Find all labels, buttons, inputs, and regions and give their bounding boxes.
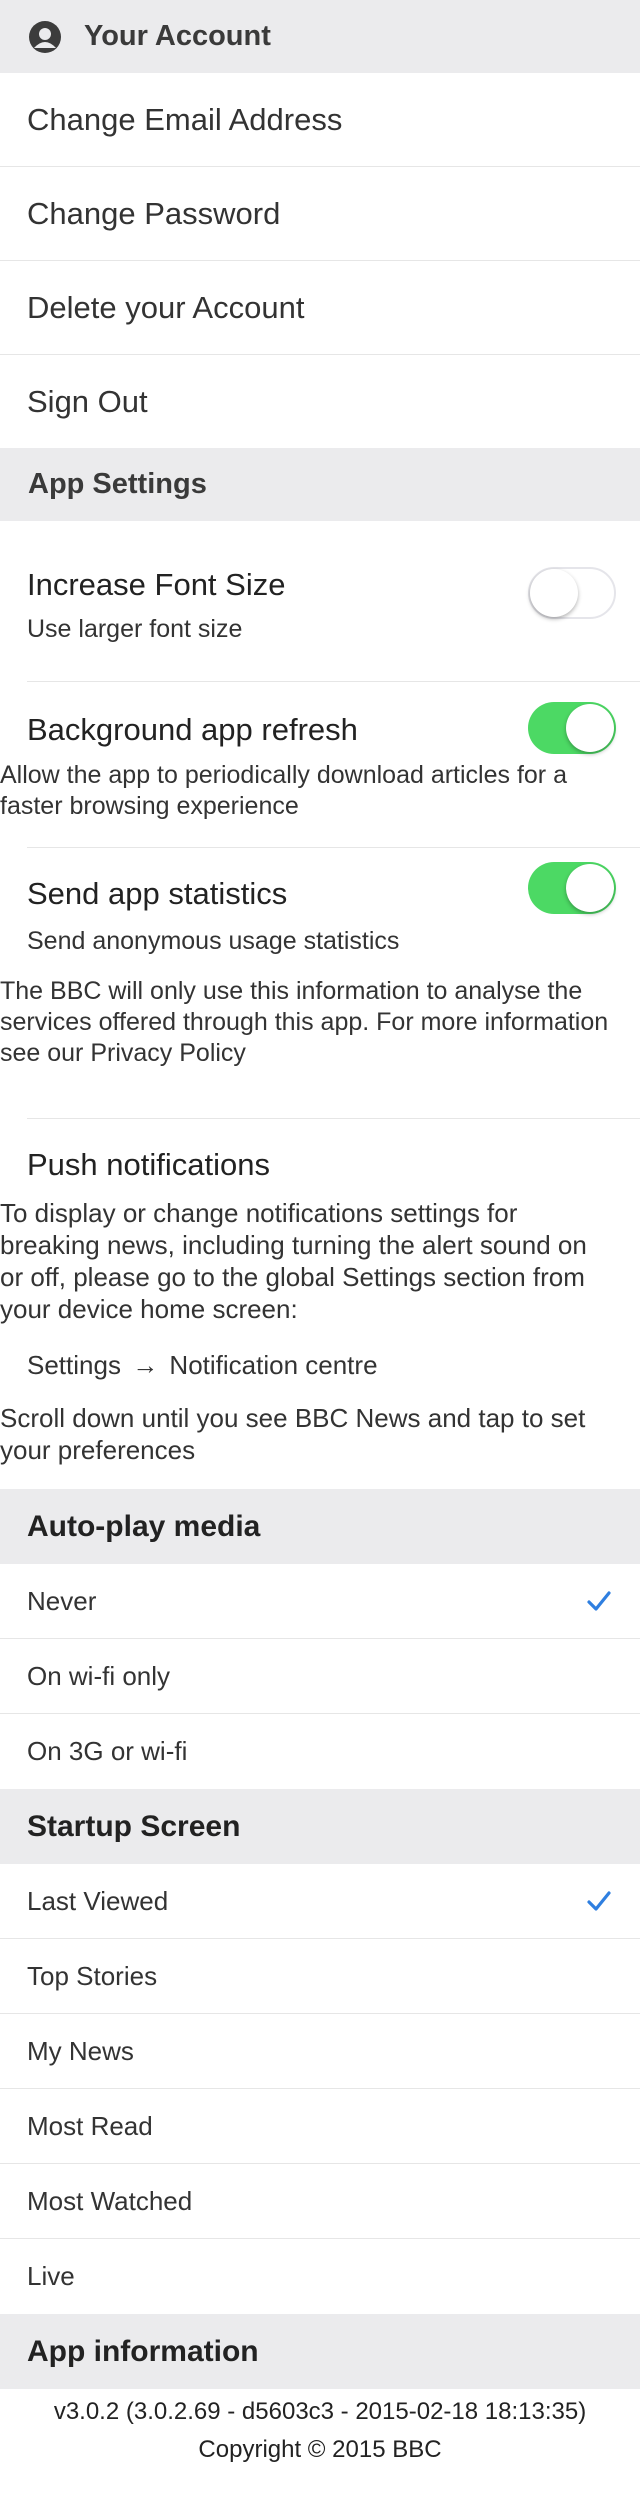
arrow-icon: → xyxy=(132,1350,159,1380)
statistics-title: Send app statistics xyxy=(27,876,288,911)
app-copyright: Copyright © 2015 BBC xyxy=(198,2436,442,2463)
account-icon xyxy=(28,20,62,54)
push-notifications-section: Push notifications To display or change … xyxy=(0,1119,640,1489)
option-label: Last Viewed xyxy=(27,1885,169,1916)
push-title: Push notifications xyxy=(27,1147,270,1182)
delete-account-label: Delete your Account xyxy=(27,289,305,325)
startup-header: Startup Screen xyxy=(0,1789,640,1864)
bg-refresh-setting: Background app refresh Allow the app to … xyxy=(0,682,640,847)
startup-option-top-stories[interactable]: Top Stories xyxy=(0,1939,640,2014)
option-label: Live xyxy=(27,2261,75,2291)
your-account-title: Your Account xyxy=(84,20,271,52)
sign-out-row[interactable]: Sign Out xyxy=(0,355,640,448)
autoplay-option-wifi[interactable]: On wi-fi only xyxy=(0,1639,640,1714)
option-label: On wi-fi only xyxy=(27,1660,171,1691)
app-version: v3.0.2 (3.0.2.69 - d5603c3 - 2015-02-18 … xyxy=(53,2398,587,2425)
statistics-setting: Send app statistics Send anonymous usage… xyxy=(0,848,640,1118)
option-label: My News xyxy=(27,2035,134,2066)
app-info-header: App information xyxy=(0,2314,640,2389)
checkmark-icon xyxy=(586,1888,612,1914)
change-password-row[interactable]: Change Password xyxy=(0,167,640,261)
autoplay-option-3g[interactable]: On 3G or wi-fi xyxy=(0,1714,640,1789)
startup-option-most-watched[interactable]: Most Watched xyxy=(0,2164,640,2239)
push-desc: To display or change notifications setti… xyxy=(0,1198,587,1324)
statistics-note: The BBC will only use this information t… xyxy=(0,977,609,1067)
option-label: Top Stories xyxy=(27,1960,158,1991)
statistics-desc: Send anonymous usage statistics xyxy=(27,927,400,955)
toggle-knob xyxy=(566,864,614,912)
sign-out-label: Sign Out xyxy=(27,383,148,419)
option-label: Most Read xyxy=(27,2110,153,2141)
autoplay-header: Auto-play media xyxy=(0,1489,640,1564)
font-size-setting: Increase Font Size Use larger font size xyxy=(0,521,640,681)
startup-option-live[interactable]: Live xyxy=(0,2239,640,2314)
bg-refresh-desc: Allow the app to periodically download a… xyxy=(0,761,567,820)
delete-account-row[interactable]: Delete your Account xyxy=(0,261,640,355)
push-tip: Scroll down until you see BBC News and t… xyxy=(0,1403,586,1465)
app-settings-title: App Settings xyxy=(28,468,207,500)
path-settings: Settings xyxy=(27,1350,121,1380)
app-settings-header: App Settings xyxy=(0,448,640,521)
font-size-toggle[interactable] xyxy=(528,567,616,619)
path-notification-centre: Notification centre xyxy=(169,1350,378,1380)
change-password-label: Change Password xyxy=(27,195,281,231)
font-size-desc: Use larger font size xyxy=(27,615,243,643)
startup-option-last-viewed[interactable]: Last Viewed xyxy=(0,1864,640,1939)
statistics-toggle[interactable] xyxy=(528,862,616,914)
bg-refresh-title: Background app refresh xyxy=(27,712,358,747)
option-label: Never xyxy=(27,1585,97,1616)
toggle-knob xyxy=(566,704,614,752)
change-email-row[interactable]: Change Email Address xyxy=(0,73,640,167)
autoplay-title: Auto-play media xyxy=(27,1509,261,1543)
push-path: Settings → Notification centre xyxy=(27,1350,378,1381)
startup-option-most-read[interactable]: Most Read xyxy=(0,2089,640,2164)
option-label: On 3G or wi-fi xyxy=(27,1736,188,1766)
change-email-label: Change Email Address xyxy=(27,101,343,137)
startup-title: Startup Screen xyxy=(27,1809,241,1843)
font-size-title: Increase Font Size xyxy=(27,567,286,602)
checkmark-icon xyxy=(586,1588,612,1614)
option-label: Most Watched xyxy=(27,2185,193,2216)
autoplay-option-never[interactable]: Never xyxy=(0,1564,640,1639)
your-account-header: Your Account xyxy=(0,0,640,73)
app-info-title: App information xyxy=(27,2334,259,2368)
bg-refresh-toggle[interactable] xyxy=(528,702,616,754)
startup-option-my-news[interactable]: My News xyxy=(0,2014,640,2089)
toggle-knob xyxy=(530,569,578,617)
